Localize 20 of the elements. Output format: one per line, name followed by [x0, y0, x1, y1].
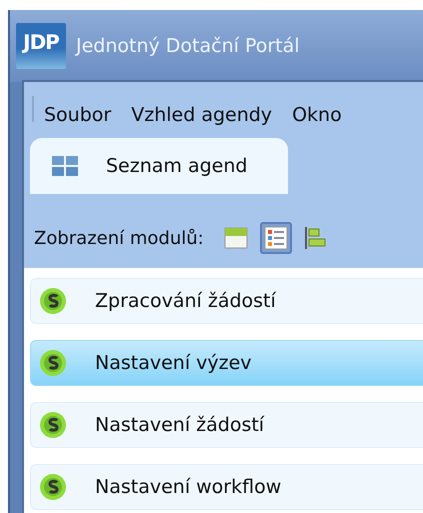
module-item[interactable]: Nastavení výzev [30, 340, 423, 386]
window-title: Jednotný Dotační Portál [76, 34, 300, 59]
menu-item[interactable]: Okno [282, 92, 352, 138]
coin-icon [39, 349, 67, 377]
module-item[interactable]: Zpracování žádostí [30, 278, 423, 324]
toolbar-label: Zobrazení modulů: [34, 226, 204, 250]
list-view-icon [264, 226, 288, 250]
coin-icon [39, 473, 67, 501]
menu-item[interactable]: Vzhled agendy [121, 92, 282, 138]
app-logo: JDP [16, 23, 66, 69]
coin-icon [39, 287, 67, 315]
coin-icon [39, 411, 67, 439]
tab[interactable]: Seznam agend [30, 138, 288, 194]
menu-item[interactable]: Soubor [34, 92, 122, 138]
grid-icon [52, 156, 78, 176]
view-mode-button[interactable] [260, 222, 292, 254]
tree-view-icon [304, 226, 328, 250]
module-item[interactable]: Nastavení žádostí [30, 402, 423, 448]
module-item[interactable]: Nastavení workflow [30, 464, 423, 510]
tile-view-icon [224, 226, 248, 250]
